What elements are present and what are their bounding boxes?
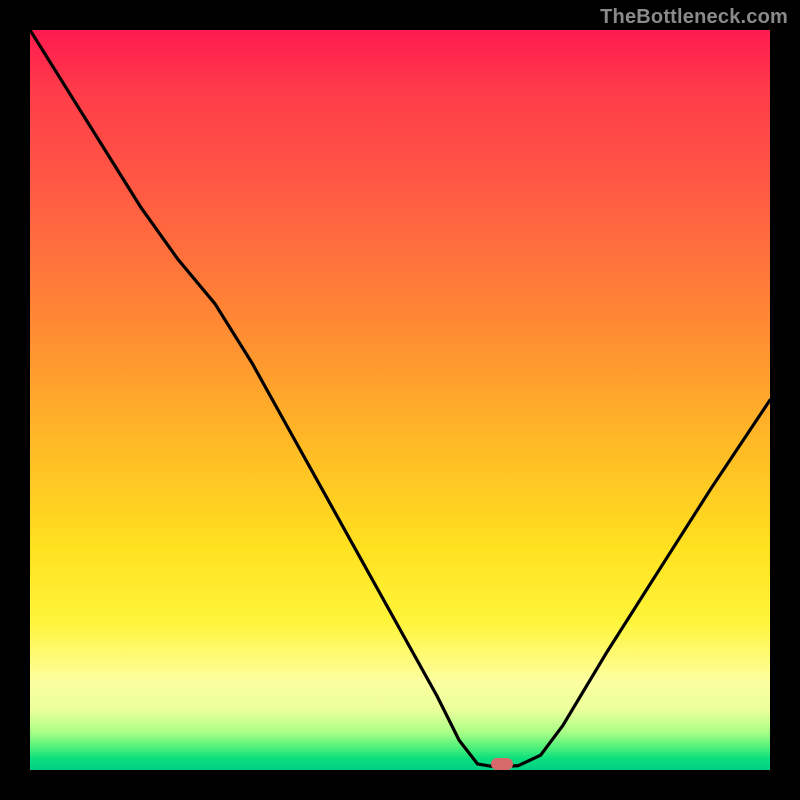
plot-area bbox=[30, 30, 770, 770]
watermark-text: TheBottleneck.com bbox=[600, 6, 788, 29]
chart-frame: TheBottleneck.com bbox=[0, 0, 800, 800]
optimal-marker bbox=[491, 758, 513, 770]
bottleneck-curve bbox=[30, 30, 770, 770]
